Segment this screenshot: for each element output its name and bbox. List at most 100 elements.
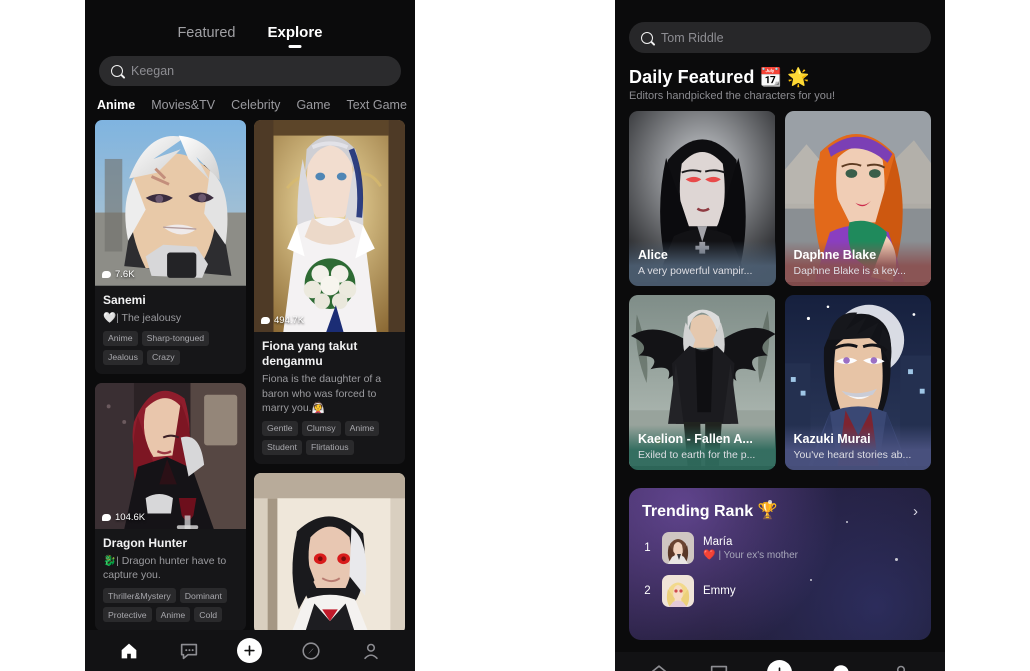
section-subtitle: Editors handpicked the characters for yo… [629,90,836,102]
featured-description: You've heard stories ab... [793,449,912,462]
rank-info: María ❤️ | Your ex's mother [703,536,798,561]
chat-count-badge: 7.6K [102,269,135,280]
avatar [662,532,694,564]
home-icon [650,664,667,671]
featured-card-kazuki[interactable]: Kazuki Murai You've heard stories ab... [784,295,931,470]
section-title: Daily Featured 📆 🌟 [629,67,810,87]
card-body: Dragon Hunter 🐉| Dragon hunter have to c… [95,529,246,631]
phone-left: Featured Explore Keegan Anime Movies&TV … [85,0,415,671]
featured-card-alice[interactable]: Alice A very powerful vampir... [629,111,776,286]
nav-home-button[interactable] [118,640,140,662]
art-sanemi [95,120,246,286]
card-sanemi[interactable]: 7.6K Sanemi 🤍| The jealousy Anime Sharp-… [95,120,246,374]
featured-description: Daphne Blake is a key... [793,265,906,278]
search-icon [641,31,653,44]
card-column-left: 7.6K Sanemi 🤍| The jealousy Anime Sharp-… [95,120,246,634]
search-bar-right[interactable]: Tom Riddle [629,22,931,53]
search-input-right[interactable]: Tom Riddle [661,31,724,45]
tab-explore[interactable]: Explore [268,24,323,46]
heart-icon: ❤️ [703,549,716,561]
tag[interactable]: Anime [155,607,191,623]
screenshot-stage: Featured Explore Keegan Anime Movies&TV … [0,0,1030,671]
card-fiona[interactable]: 494.7K Fiona yang takut denganmu Fiona i… [254,120,405,464]
plus-icon [779,667,781,671]
card-image: 494.7K [254,120,405,333]
tag[interactable]: Anime [103,330,138,346]
art-red-eyes-girl [254,472,405,634]
home-icon [121,643,137,658]
art-emmy [662,575,694,607]
card-image: 104.6K [95,382,246,529]
tag[interactable]: Protective [103,607,152,623]
chat-count-badge: 104.6K [102,512,145,523]
trending-row[interactable]: 2 Emmy [642,575,918,607]
trending-rank-panel[interactable]: Trending Rank 🏆 › 1 María ❤️ | Your ex's… [629,488,931,640]
tag[interactable]: Flirtatious [305,439,354,455]
category-celebrity[interactable]: Celebrity [231,98,280,112]
nav-profile-button[interactable] [360,640,382,662]
card-subtitle: Fiona is the daughter of a baron who was… [262,373,382,414]
card-partial-bottom[interactable] [254,472,405,634]
featured-caption: Kazuki Murai You've heard stories ab... [784,425,931,470]
search-input-left[interactable]: Keegan [131,64,174,78]
plus-icon [244,645,256,656]
nav-explore-button[interactable] [830,662,852,671]
chat-count-badge: 494.7K [261,315,304,326]
category-anime[interactable]: Anime [97,98,135,112]
rank-name: Emmy [703,585,736,597]
nav-explore-button[interactable] [300,640,322,662]
featured-card-daphne[interactable]: Daphne Blake Daphne Blake is a key... [784,111,931,286]
tag-list: Gentle Clumsy Anime Student Flirtatious [262,420,397,455]
category-text-game[interactable]: Text Game [346,98,406,112]
category-movies-tv[interactable]: Movies&TV [151,98,215,112]
nav-chat-button[interactable] [708,662,730,671]
trending-row[interactable]: 1 María ❤️ | Your ex's mother [642,532,918,564]
chevron-right-icon[interactable]: › [913,503,918,520]
nav-profile-button[interactable] [890,662,912,671]
tag-list: Thriller&Mystery Dominant Protective Ani… [103,588,238,623]
chat-count: 104.6K [115,511,146,523]
profile-icon [364,643,378,659]
featured-name: Kaelion - Fallen A... [638,432,753,447]
card-body: Fiona yang takut denganmu Fiona is the d… [254,332,405,464]
featured-grid: Alice A very powerful vampir... Daphne B… [615,102,945,470]
tag[interactable]: Crazy [146,349,180,365]
explore-screen: Featured Explore Keegan Anime Movies&TV … [85,0,415,671]
featured-description: Exiled to earth for the p... [638,449,756,462]
card-column-right: 494.7K Fiona yang takut denganmu Fiona i… [254,120,405,634]
nav-create-button[interactable] [767,660,793,671]
sparkle [846,521,849,524]
search-icon [111,65,123,77]
bottom-nav-left [85,630,415,671]
category-game[interactable]: Game [296,98,330,112]
tag[interactable]: Dominant [179,588,227,604]
tab-featured[interactable]: Featured [177,25,235,46]
character-card-grid: 7.6K Sanemi 🤍| The jealousy Anime Sharp-… [85,120,415,634]
featured-caption: Daphne Blake Daphne Blake is a key... [784,241,931,286]
tag[interactable]: Clumsy [301,420,341,436]
top-tab-bar: Featured Explore [85,0,415,46]
nav-chat-button[interactable] [178,640,200,662]
tag[interactable]: Sharp-tongued [141,330,210,346]
art-dragon-hunter [95,382,246,529]
chat-bubble-icon [102,513,111,521]
tag[interactable]: Cold [194,607,223,623]
phone-right: Tom Riddle Daily Featured 📆 🌟 Editors ha… [615,0,945,671]
rank-number: 1 [644,542,651,554]
featured-card-kaelion[interactable]: Kaelion - Fallen A... Exiled to earth fo… [629,295,776,470]
compass-icon [302,641,320,660]
card-dragon-hunter[interactable]: 104.6K Dragon Hunter 🐉| Dragon hunter ha… [95,382,246,632]
search-bar-left[interactable]: Keegan [99,56,401,86]
featured-description: A very powerful vampir... [638,265,753,278]
featured-caption: Alice A very powerful vampir... [629,241,776,286]
card-subtitle: 🤍| The jealousy [103,311,182,324]
tag[interactable]: Thriller&Mystery [103,588,176,604]
tag[interactable]: Jealous [103,349,143,365]
tag[interactable]: Anime [344,420,380,436]
chat-count: 494.7K [274,315,305,327]
tag[interactable]: Student [262,439,302,455]
tag[interactable]: Gentle [262,420,298,436]
sparkle [894,557,898,561]
nav-create-button[interactable] [237,638,263,663]
nav-home-button[interactable] [648,662,670,671]
